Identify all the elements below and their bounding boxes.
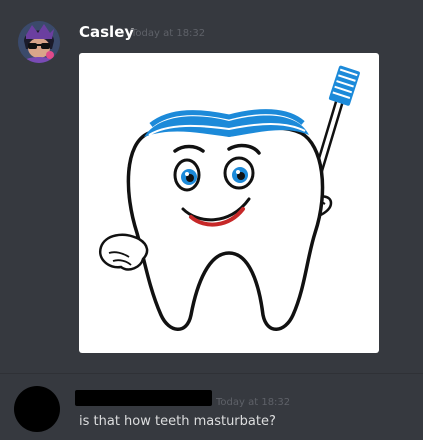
timestamp: Today at 18:32 <box>131 28 206 39</box>
avatar[interactable] <box>14 386 60 432</box>
message-casley: Casley Today at 18:32 <box>0 0 423 372</box>
avatar[interactable] <box>18 21 60 63</box>
message-text: is that how teeth masturbate? <box>79 414 276 429</box>
avatar-image <box>18 21 60 63</box>
redacted-username <box>75 390 212 406</box>
tooth-with-toothbrush-illustration <box>98 65 360 331</box>
timestamp: Today at 18:32 <box>216 397 291 408</box>
username[interactable]: Casley <box>79 22 134 42</box>
image-attachment[interactable] <box>79 53 379 353</box>
